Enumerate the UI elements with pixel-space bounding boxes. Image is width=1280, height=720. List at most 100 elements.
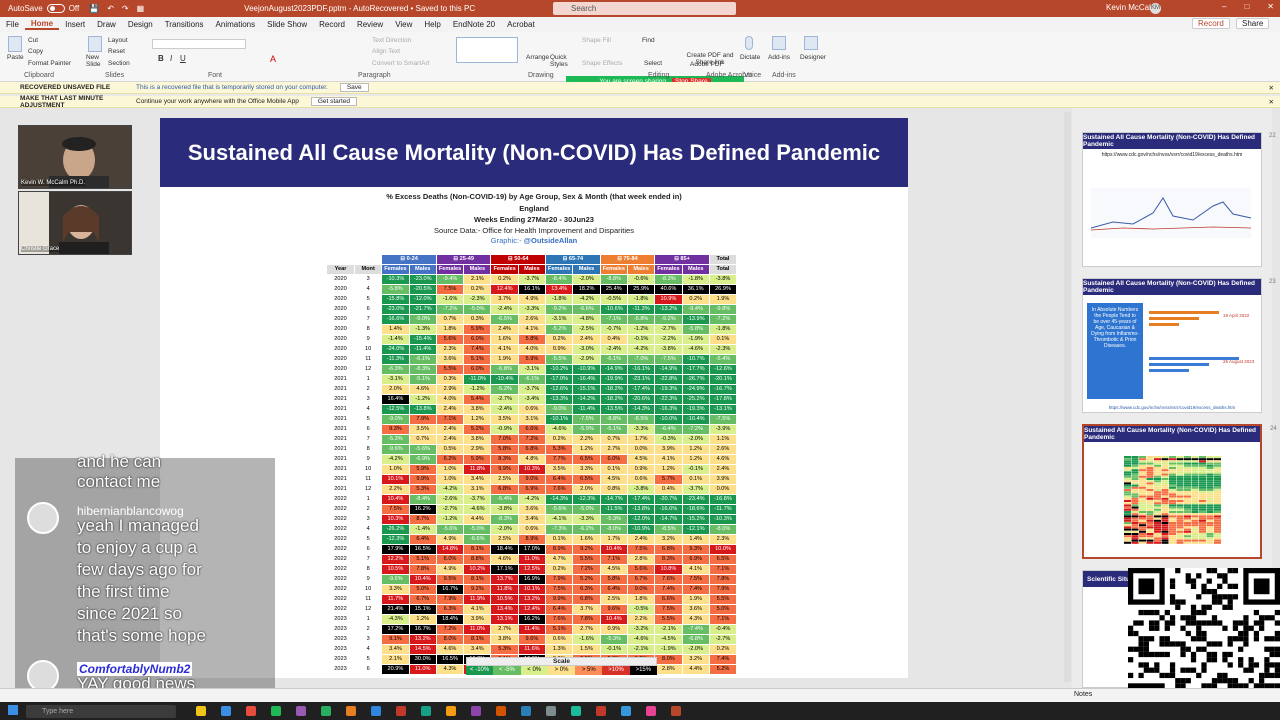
layout-button[interactable]: Layout (108, 37, 128, 44)
microphone-icon[interactable] (745, 36, 753, 50)
age-group-header[interactable]: ⊟ 75-84 (599, 254, 656, 265)
column-header[interactable]: Males (517, 264, 547, 275)
taskbar-app-icon[interactable] (321, 706, 331, 716)
align-text-button[interactable]: Align Text (372, 48, 400, 55)
slide-thumbnail-selected[interactable]: Sustained All Cause Mortality (Non-COVID… (1082, 424, 1277, 559)
slide-thumbnail[interactable]: Sustained All Cause Mortality (Non-COVID… (1082, 278, 1276, 413)
underline-icon[interactable]: U (180, 54, 186, 63)
column-header[interactable]: Females (435, 264, 465, 275)
save-icon[interactable]: 💾 (89, 4, 99, 13)
text-direction-button[interactable]: Text Direction (372, 37, 411, 44)
taskbar-app-icon[interactable] (196, 706, 206, 716)
tab-home[interactable]: Home (24, 19, 60, 30)
taskbar-app-icon[interactable] (521, 706, 531, 716)
font-name-select[interactable] (152, 39, 246, 49)
column-header[interactable]: Females (654, 264, 683, 275)
arrange-button[interactable]: Arrange (526, 54, 549, 61)
taskbar-app-icon[interactable] (371, 706, 381, 716)
section-button[interactable]: Section (108, 60, 130, 67)
age-group-header[interactable]: ⊟ 85+ (654, 254, 710, 265)
column-header[interactable]: Total (708, 264, 738, 275)
shape-effects-button[interactable]: Shape Effects (582, 60, 622, 67)
shape-fill-button[interactable]: Shape Fill (582, 37, 611, 44)
save-button[interactable]: Save (339, 83, 369, 92)
windows-start-icon[interactable] (8, 705, 18, 715)
tab-view[interactable]: View (389, 20, 418, 29)
tab-design[interactable]: Design (122, 20, 159, 29)
tab-draw[interactable]: Draw (91, 20, 122, 29)
age-group-header[interactable]: ⊟ 25-49 (435, 254, 492, 265)
format-painter-button[interactable]: Format Painter (28, 60, 71, 67)
new-slide-button[interactable]: New Slide (86, 54, 106, 68)
close-icon[interactable]: ✕ (1269, 84, 1274, 92)
slide-thumbnail[interactable]: Sustained All Cause Mortality (Non-COVID… (1082, 132, 1276, 267)
taskbar-app-icon[interactable] (296, 706, 306, 716)
share-button[interactable]: Share (1236, 18, 1270, 29)
record-button[interactable]: Record (1192, 18, 1230, 29)
tab-file[interactable]: File (0, 20, 25, 29)
get-started-button[interactable]: Get started (310, 97, 357, 106)
dictate-button[interactable]: Dictate (740, 54, 760, 61)
column-header[interactable]: Males (626, 264, 656, 275)
reset-button[interactable]: Reset (108, 48, 125, 55)
tab-transitions[interactable]: Transitions (159, 20, 210, 29)
tab-slide-show[interactable]: Slide Show (261, 20, 313, 29)
undo-icon[interactable]: ↶ (107, 4, 114, 13)
taskbar-app-icon[interactable] (396, 706, 406, 716)
taskbar-app-icon[interactable] (471, 706, 481, 716)
autosave-toggle[interactable]: AutoSave Off (8, 4, 79, 13)
designer-button[interactable]: Designer (800, 54, 826, 61)
taskbar-app-icon[interactable] (446, 706, 456, 716)
slide-title[interactable]: Sustained All Cause Mortality (Non-COVID… (160, 118, 908, 187)
tab-acrobat[interactable]: Acrobat (501, 20, 541, 29)
taskbar-app-icon[interactable] (546, 706, 556, 716)
taskbar-app-icon[interactable] (571, 706, 581, 716)
taskbar-app-icon[interactable] (271, 706, 281, 716)
italic-icon[interactable]: I (170, 54, 172, 63)
find-button[interactable]: Find (642, 37, 655, 44)
tab-record[interactable]: Record (313, 20, 351, 29)
search-box[interactable]: Search (553, 2, 736, 15)
font-color-icon[interactable]: A (270, 54, 276, 64)
taskbar-app-icon[interactable] (621, 706, 631, 716)
avatar[interactable]: KM (1150, 3, 1161, 14)
paste-icon[interactable] (8, 36, 22, 52)
tab-help[interactable]: Help (418, 20, 446, 29)
taskbar-search[interactable]: Type here (26, 704, 176, 718)
designer-icon[interactable] (804, 36, 818, 50)
addins-button[interactable]: Add-ins (768, 54, 790, 61)
column-header[interactable]: Mont (353, 264, 383, 275)
cut-button[interactable]: Cut (28, 37, 38, 44)
taskbar-app-icon[interactable] (646, 706, 656, 716)
paste-label[interactable]: Paste (7, 54, 24, 61)
close-icon[interactable]: ✕ (1269, 98, 1274, 106)
redo-icon[interactable]: ↷ (122, 4, 129, 13)
taskbar-app-icon[interactable] (221, 706, 231, 716)
tab-insert[interactable]: Insert (59, 20, 91, 29)
bold-icon[interactable]: B (158, 54, 164, 63)
taskbar-app-icon[interactable] (246, 706, 256, 716)
column-header[interactable]: Females (381, 264, 410, 275)
restore-icon[interactable]: □ (1244, 2, 1249, 11)
column-header[interactable]: Females (599, 264, 628, 275)
age-group-header[interactable]: ⊟ 0-24 (381, 254, 437, 265)
notes-button[interactable]: Notes (1074, 691, 1092, 698)
convert-smartart-button[interactable]: Convert to SmartArt (372, 60, 429, 67)
vertical-scrollbar[interactable] (1064, 112, 1071, 682)
column-header[interactable]: Males (572, 264, 601, 275)
column-header[interactable]: Year (326, 264, 355, 275)
new-slide-icon[interactable] (88, 36, 102, 52)
taskbar-app-icon[interactable] (346, 706, 356, 716)
copy-button[interactable]: Copy (28, 48, 43, 55)
taskbar-app-icon[interactable] (596, 706, 606, 716)
present-icon[interactable]: ▦ (137, 4, 145, 13)
age-group-header[interactable]: Total (708, 254, 738, 265)
column-header[interactable]: Females (545, 264, 574, 275)
column-header[interactable]: Males (681, 264, 710, 275)
close-icon[interactable]: ✕ (1267, 2, 1274, 11)
quick-styles-button[interactable]: Quick Styles (550, 54, 570, 68)
column-header[interactable]: Females (490, 264, 519, 275)
taskbar-app-icon[interactable] (671, 706, 681, 716)
shapes-gallery[interactable] (456, 37, 518, 63)
age-group-header[interactable]: ⊟ 50-64 (490, 254, 547, 265)
